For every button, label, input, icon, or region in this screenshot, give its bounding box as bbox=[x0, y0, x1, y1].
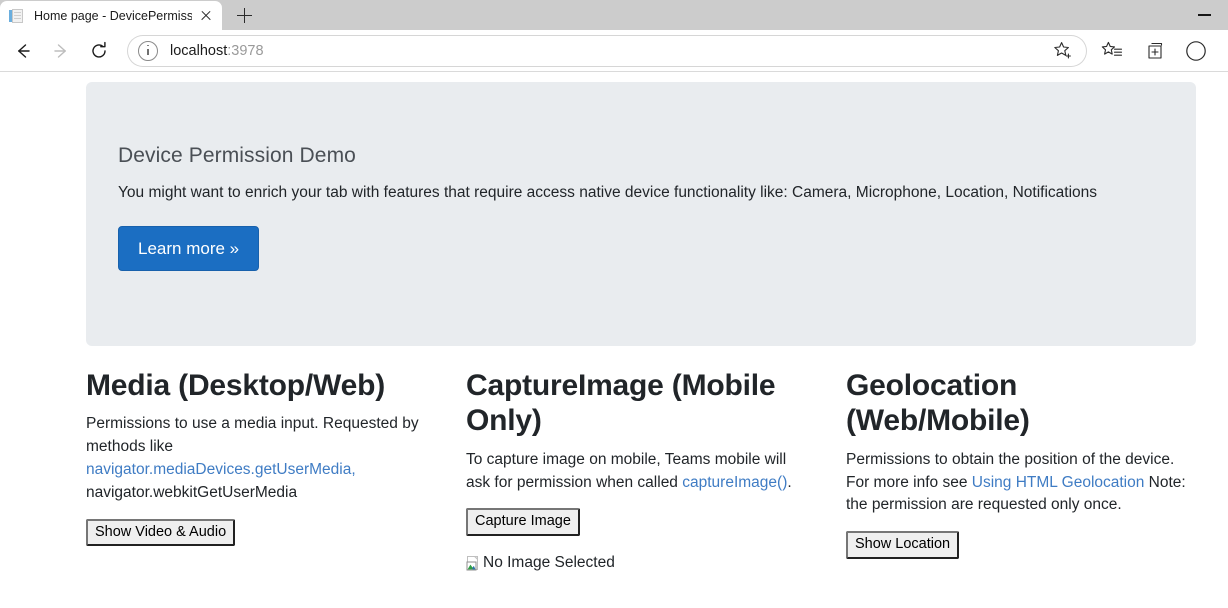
back-arrow-icon bbox=[18, 43, 30, 58]
window-controls bbox=[1182, 0, 1228, 30]
text-after-link: navigator.webkitGetUserMedia bbox=[86, 483, 298, 501]
text-after-link: . bbox=[787, 473, 792, 491]
text-before-link: Permissions to use a media input. Reques… bbox=[86, 415, 419, 456]
minimize-button[interactable] bbox=[1182, 0, 1228, 30]
site-info-icon[interactable] bbox=[138, 40, 158, 61]
feature-column-geolocation: Geolocation (Web/Mobile) Permissions to … bbox=[846, 368, 1198, 572]
back-button[interactable] bbox=[6, 34, 44, 68]
tab-strip: Home page - DevicePermissions bbox=[0, 0, 262, 30]
add-favorite-button[interactable] bbox=[1046, 36, 1080, 66]
column-description: Permissions to obtain the position of th… bbox=[846, 449, 1198, 517]
column-heading: CaptureImage (Mobile Only) bbox=[466, 369, 776, 438]
jumbotron-lead-text: You might want to enrich your tab with f… bbox=[118, 184, 1098, 201]
tab-title: Home page - DevicePermissions bbox=[34, 8, 192, 23]
page-viewport: Device Permission Demo You might want to… bbox=[0, 72, 1228, 608]
browser-title-bar: Home page - DevicePermissions bbox=[0, 0, 1228, 30]
show-location-button[interactable]: Show Location bbox=[846, 531, 960, 559]
captureimage-link[interactable]: captureImage() bbox=[682, 474, 787, 491]
new-tab-button[interactable] bbox=[228, 1, 262, 30]
favorites-button[interactable] bbox=[1090, 34, 1134, 68]
column-heading: Geolocation (Web/Mobile) bbox=[846, 369, 1030, 438]
collections-icon bbox=[1148, 42, 1163, 59]
document-favicon bbox=[9, 8, 25, 24]
broken-image-icon bbox=[466, 555, 482, 571]
refresh-button[interactable] bbox=[82, 34, 120, 68]
address-bar[interactable]: localhost:3978 bbox=[128, 35, 1086, 66]
captured-image-placeholder: No Image Selected bbox=[466, 554, 806, 572]
address-bar-text: localhost:3978 bbox=[170, 43, 1046, 59]
learn-more-button[interactable]: Learn more » bbox=[118, 225, 260, 272]
column-heading: Media (Desktop/Web) bbox=[86, 369, 386, 402]
url-port: :3978 bbox=[227, 42, 264, 59]
show-video-audio-button[interactable]: Show Video & Audio bbox=[86, 518, 236, 546]
browser-window: Home page - DevicePermissions bbox=[0, 0, 1228, 608]
feature-column-captureimage: CaptureImage (Mobile Only) To capture im… bbox=[466, 368, 846, 572]
browser-tab-active[interactable]: Home page - DevicePermissions bbox=[0, 1, 222, 30]
feature-columns: Media (Desktop/Web) Permissions to use a… bbox=[86, 368, 1198, 572]
column-description: Permissions to use a media input. Reques… bbox=[86, 413, 426, 504]
url-host: localhost bbox=[170, 42, 228, 59]
using-html-geolocation-link[interactable]: Using HTML Geolocation bbox=[972, 474, 1145, 491]
forward-button[interactable] bbox=[44, 34, 82, 68]
close-icon[interactable] bbox=[194, 4, 218, 28]
star-list-icon bbox=[1101, 41, 1123, 56]
forward-arrow-icon bbox=[54, 43, 66, 58]
collections-button[interactable] bbox=[1134, 34, 1178, 68]
column-description: To capture image on mobile, Teams mobile… bbox=[466, 449, 806, 495]
feature-column-media: Media (Desktop/Web) Permissions to use a… bbox=[86, 368, 466, 572]
jumbotron-banner: Device Permission Demo You might want to… bbox=[86, 82, 1196, 346]
page-title: Device Permission Demo bbox=[118, 144, 356, 167]
profile-icon bbox=[1186, 40, 1206, 61]
browser-toolbar: localhost:3978 bbox=[0, 30, 1228, 72]
profile-button[interactable] bbox=[1178, 34, 1222, 68]
capture-image-button[interactable]: Capture Image bbox=[466, 508, 580, 536]
getusermedia-link[interactable]: navigator.mediaDevices.getUserMedia, bbox=[86, 461, 356, 478]
refresh-icon bbox=[92, 41, 106, 58]
no-image-text: No Image Selected bbox=[483, 553, 615, 571]
star-add-icon bbox=[1054, 41, 1071, 59]
